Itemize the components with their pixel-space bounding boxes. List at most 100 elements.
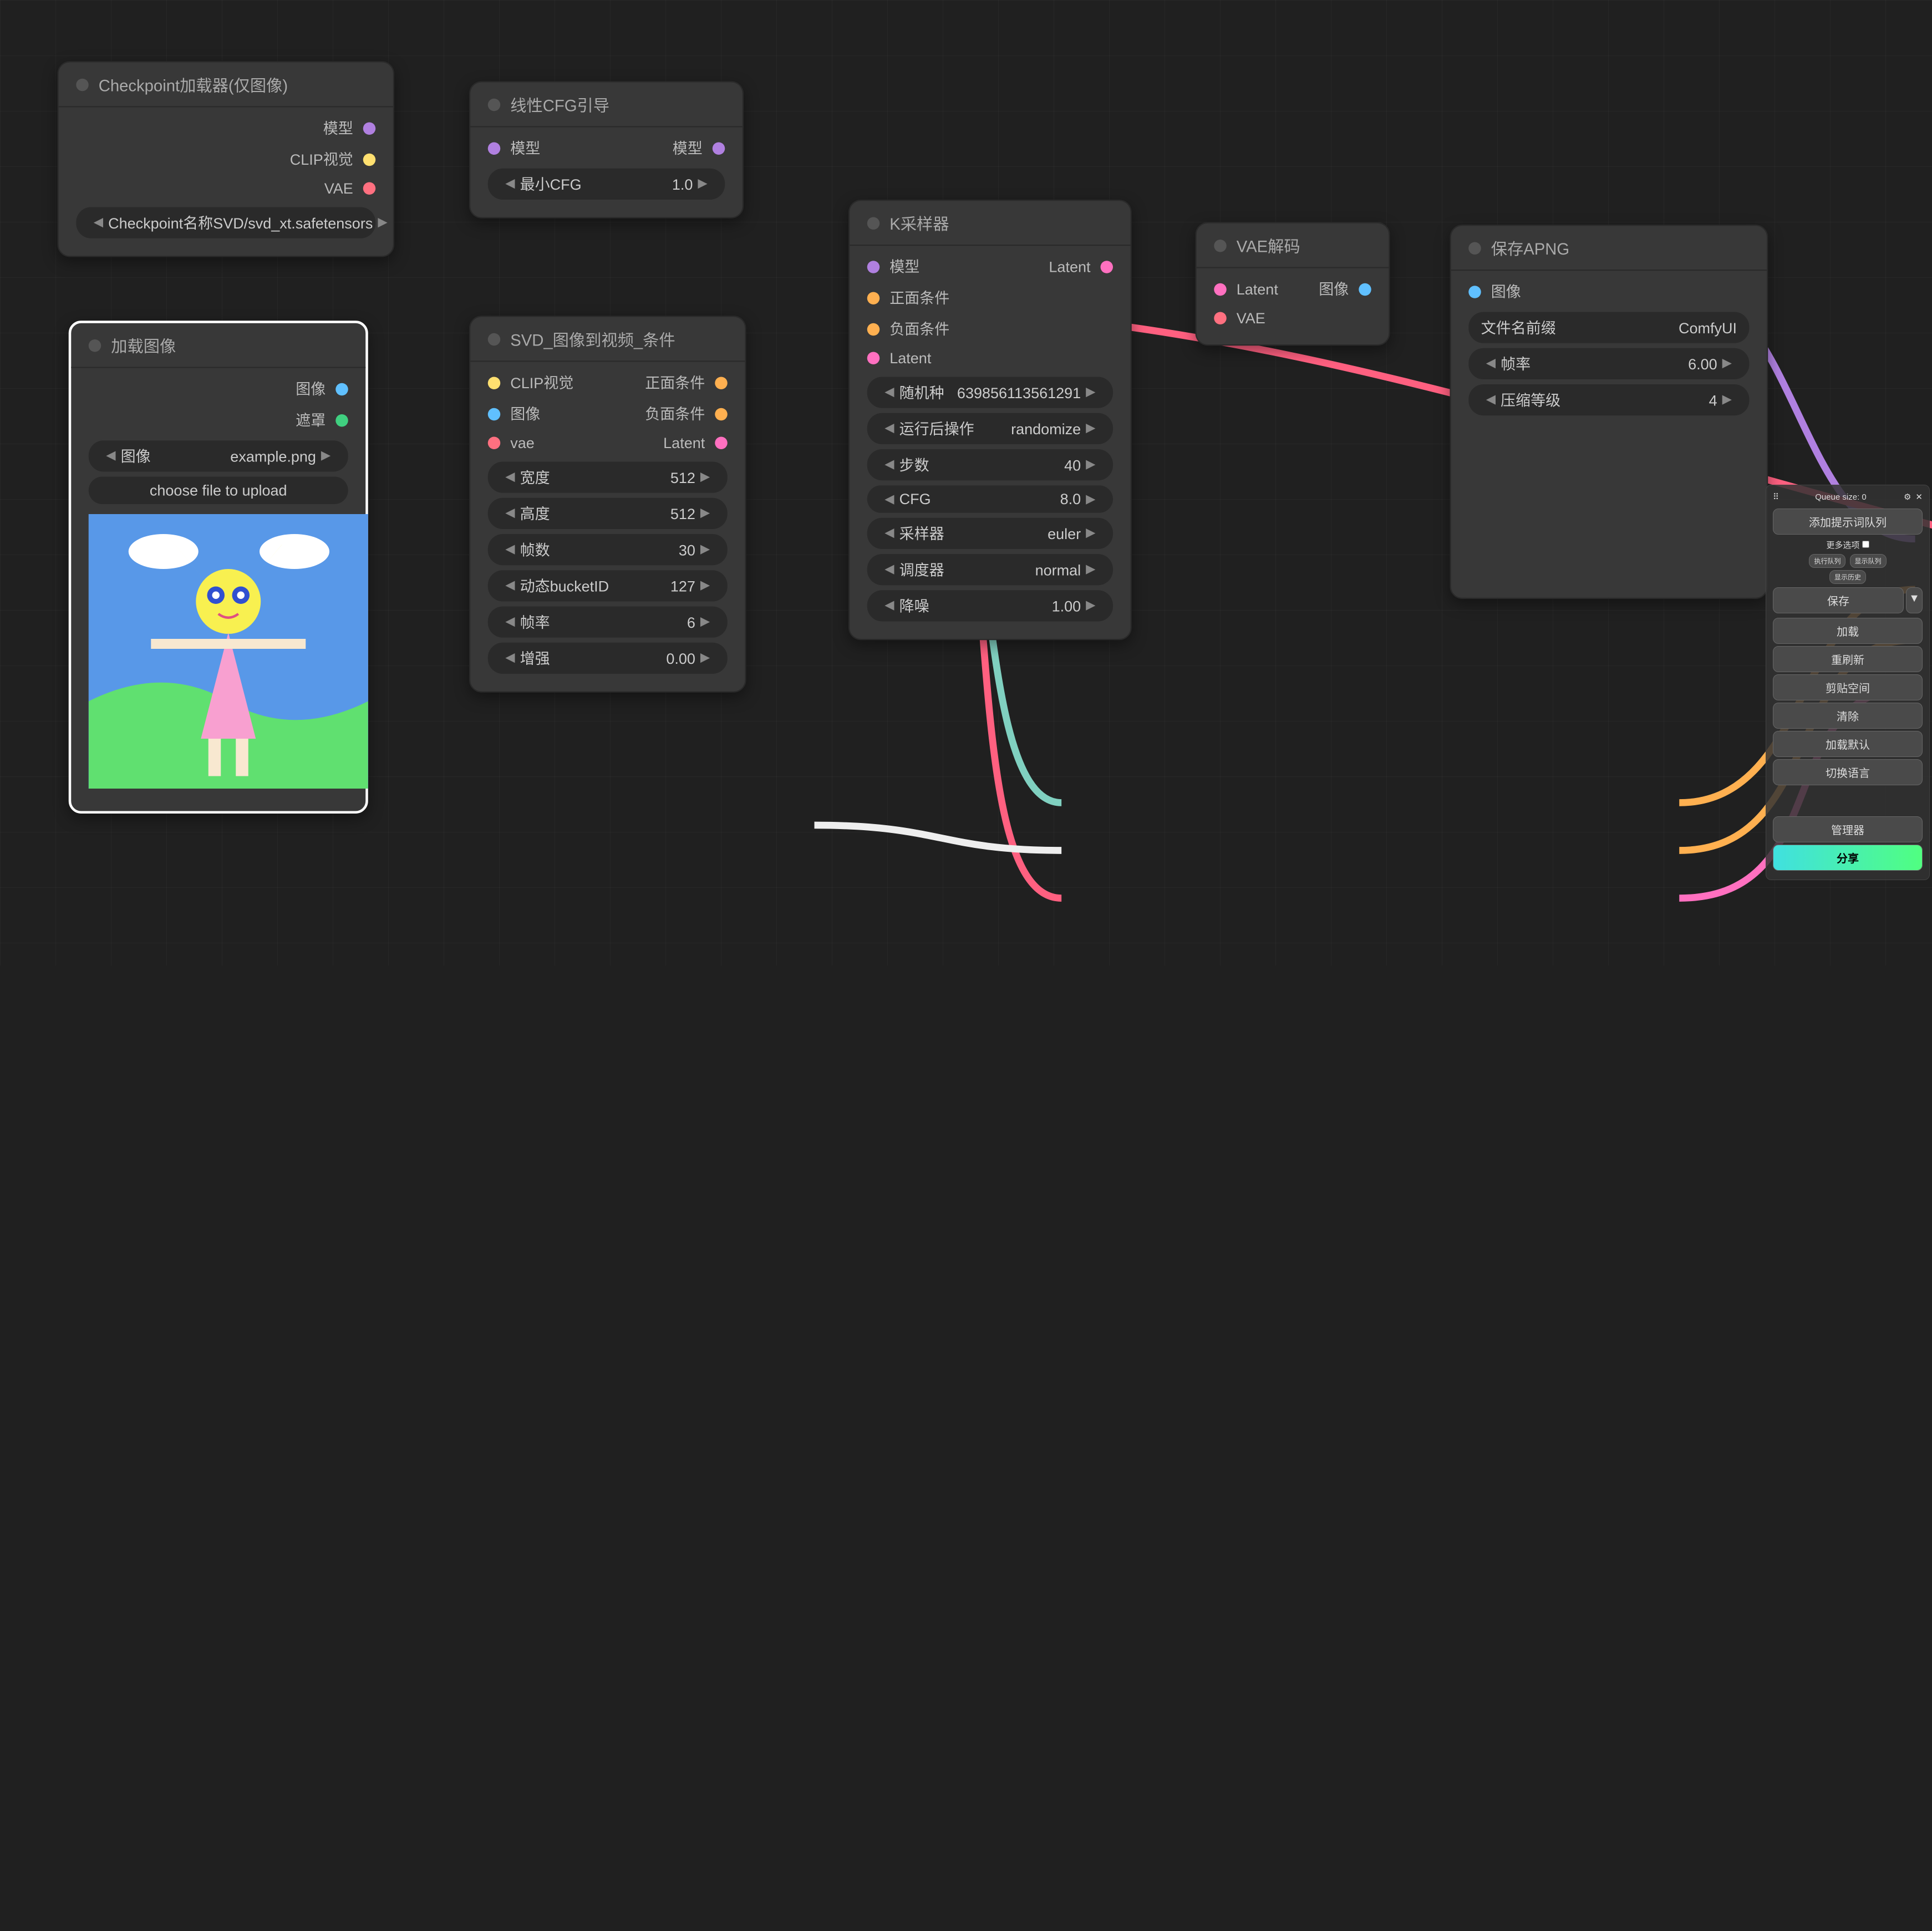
load-default-button[interactable]: 加载默认 <box>1773 731 1923 757</box>
chevron-left-icon[interactable]: ◀ <box>500 579 520 593</box>
queue-prompt-button[interactable]: 添加提示词队列 <box>1773 509 1923 535</box>
chevron-left-icon[interactable]: ◀ <box>879 492 899 506</box>
extra-options-toggle[interactable]: 更多选项 <box>1773 537 1923 553</box>
clipspace-button[interactable]: 剪贴空间 <box>1773 674 1923 700</box>
denoise-widget[interactable]: ◀降噪1.00▶ <box>867 590 1113 621</box>
upload-button[interactable]: choose file to upload <box>89 477 348 505</box>
node-linear-cfg[interactable]: 线性CFG引导 模型 模型 ◀ 最小CFG 1.0 ▶ <box>469 81 744 218</box>
seed-widget[interactable]: ◀随机种639856113561291▶ <box>867 377 1113 408</box>
chevron-left-icon[interactable]: ◀ <box>879 563 899 577</box>
close-icon[interactable]: ✕ <box>1915 492 1923 502</box>
node-svd-cond[interactable]: SVD_图像到视频_条件 CLIP视觉 正面条件 图像 负面条件 vae Lat… <box>469 316 746 693</box>
chevron-left-icon[interactable]: ◀ <box>879 385 899 399</box>
chevron-left-icon[interactable]: ◀ <box>879 527 899 541</box>
chevron-left-icon[interactable]: ◀ <box>500 615 520 629</box>
port-cond-pos-in[interactable] <box>867 291 880 304</box>
node-checkpoint-loader[interactable]: Checkpoint加载器(仅图像) 模型 CLIP视觉 VAE ◀ Check… <box>58 61 395 257</box>
chevron-left-icon[interactable]: ◀ <box>1481 357 1501 371</box>
chevron-right-icon[interactable]: ▶ <box>695 543 715 557</box>
prefix-widget[interactable]: 文件名前缀ComfyUI <box>1468 312 1749 343</box>
show-history-button[interactable]: 显示历史 <box>1829 570 1866 584</box>
port-vae-in[interactable] <box>1214 312 1227 325</box>
node-canvas[interactable]: Checkpoint加载器(仅图像) 模型 CLIP视觉 VAE ◀ Check… <box>0 0 1932 1931</box>
clear-button[interactable]: 清除 <box>1773 703 1923 729</box>
port-cond-neg-in[interactable] <box>867 323 880 336</box>
chevron-right-icon[interactable]: ▶ <box>1081 527 1100 541</box>
chevron-left-icon[interactable]: ◀ <box>89 216 108 230</box>
chevron-right-icon[interactable]: ▶ <box>1081 563 1100 577</box>
scheduler-widget[interactable]: ◀调度器normal▶ <box>867 554 1113 585</box>
port-mask-out[interactable] <box>335 414 348 426</box>
collapse-icon[interactable] <box>488 98 501 111</box>
port-image-out[interactable] <box>335 383 348 395</box>
bucket-widget[interactable]: ◀动态bucketID127▶ <box>488 570 728 601</box>
node-load-image[interactable]: 加载图像 图像 遮罩 ◀ 图像 example.png ▶ choose fil… <box>69 321 368 814</box>
sampler-widget[interactable]: ◀采样器euler▶ <box>867 518 1113 549</box>
node-title[interactable]: 线性CFG引导 <box>470 83 743 128</box>
chevron-right-icon[interactable]: ▶ <box>695 652 715 665</box>
chevron-right-icon[interactable]: ▶ <box>1081 599 1100 613</box>
chevron-left-icon[interactable]: ◀ <box>879 599 899 613</box>
chevron-left-icon[interactable]: ◀ <box>500 470 520 484</box>
chevron-left-icon[interactable]: ◀ <box>500 507 520 521</box>
port-model-out[interactable] <box>713 141 725 154</box>
control-widget[interactable]: ◀运行后操作randomize▶ <box>867 413 1113 444</box>
port-image-in[interactable] <box>488 408 501 420</box>
height-widget[interactable]: ◀高度512▶ <box>488 498 728 529</box>
chevron-right-icon[interactable]: ▶ <box>1081 458 1100 472</box>
collapse-icon[interactable] <box>89 339 101 352</box>
control-panel[interactable]: ⠿ Queue size: 0 ⚙ ✕ 添加提示词队列 更多选项 执行队列 显示… <box>1766 485 1930 880</box>
node-title[interactable]: SVD_图像到视频_条件 <box>470 317 745 362</box>
collapse-icon[interactable] <box>1468 241 1481 254</box>
port-vae-out[interactable] <box>363 182 376 195</box>
node-save-apng[interactable]: 保存APNG 图像 文件名前缀ComfyUI ◀帧率6.00▶ ◀压缩等级4▶ <box>1450 225 1768 599</box>
port-latent-in[interactable] <box>1214 283 1227 296</box>
min-cfg-widget[interactable]: ◀ 最小CFG 1.0 ▶ <box>488 169 725 200</box>
chevron-right-icon[interactable]: ▶ <box>695 579 715 593</box>
save-fps-widget[interactable]: ◀帧率6.00▶ <box>1468 348 1749 379</box>
ckpt-name-widget[interactable]: ◀ Checkpoint名称 SVD/svd_xt.safetensors ▶ <box>76 207 375 238</box>
chevron-right-icon[interactable]: ▶ <box>1081 385 1100 399</box>
collapse-icon[interactable] <box>867 216 880 229</box>
chevron-right-icon[interactable]: ▶ <box>1717 357 1737 371</box>
port-model-in[interactable] <box>867 260 880 273</box>
chevron-left-icon[interactable]: ◀ <box>500 652 520 665</box>
port-latent-out[interactable] <box>715 437 728 450</box>
collapse-icon[interactable] <box>488 333 501 345</box>
chevron-right-icon[interactable]: ▶ <box>316 449 335 463</box>
image-path-widget[interactable]: ◀ 图像 example.png ▶ <box>89 440 348 471</box>
gear-icon[interactable]: ⚙ <box>1904 492 1911 502</box>
node-title[interactable]: 加载图像 <box>71 323 365 368</box>
node-title[interactable]: 保存APNG <box>1451 226 1767 271</box>
node-title[interactable]: Checkpoint加载器(仅图像) <box>59 63 393 108</box>
frames-widget[interactable]: ◀帧数30▶ <box>488 534 728 565</box>
node-title[interactable]: K采样器 <box>850 201 1130 246</box>
node-vae-decode[interactable]: VAE解码 Latent 图像 VAE <box>1196 222 1390 346</box>
exec-queue-button[interactable]: 执行队列 <box>1809 554 1845 568</box>
chevron-left-icon[interactable]: ◀ <box>1481 393 1501 407</box>
port-image-in[interactable] <box>1468 285 1481 298</box>
port-latent-in[interactable] <box>867 352 880 365</box>
port-cond-pos-out[interactable] <box>715 376 728 389</box>
chevron-right-icon[interactable]: ▶ <box>1717 393 1737 407</box>
chevron-right-icon[interactable]: ▶ <box>695 615 715 629</box>
collapse-icon[interactable] <box>76 78 89 91</box>
refresh-button[interactable]: 重刷新 <box>1773 646 1923 672</box>
port-clip-out[interactable] <box>363 153 376 166</box>
chevron-right-icon[interactable]: ▶ <box>695 507 715 521</box>
chevron-left-icon[interactable]: ◀ <box>879 458 899 472</box>
port-cond-neg-out[interactable] <box>715 408 728 420</box>
chevron-left-icon[interactable]: ◀ <box>101 449 120 463</box>
chevron-left-icon[interactable]: ◀ <box>500 177 520 191</box>
chevron-left-icon[interactable]: ◀ <box>500 543 520 557</box>
steps-widget[interactable]: ◀步数40▶ <box>867 449 1113 480</box>
port-image-out[interactable] <box>1359 283 1371 296</box>
node-ksampler[interactable]: K采样器 模型 Latent 正面条件 负面条件 Latent ◀随机种6398… <box>848 200 1132 640</box>
show-queue-button[interactable]: 显示队列 <box>1850 554 1887 568</box>
width-widget[interactable]: ◀宽度512▶ <box>488 462 728 493</box>
chevron-right-icon[interactable]: ▶ <box>373 216 392 230</box>
port-vae-in[interactable] <box>488 437 501 450</box>
drag-handle-icon[interactable]: ⠿ <box>1773 492 1778 502</box>
port-latent-out[interactable] <box>1101 260 1114 273</box>
collapse-icon[interactable] <box>1214 239 1227 252</box>
